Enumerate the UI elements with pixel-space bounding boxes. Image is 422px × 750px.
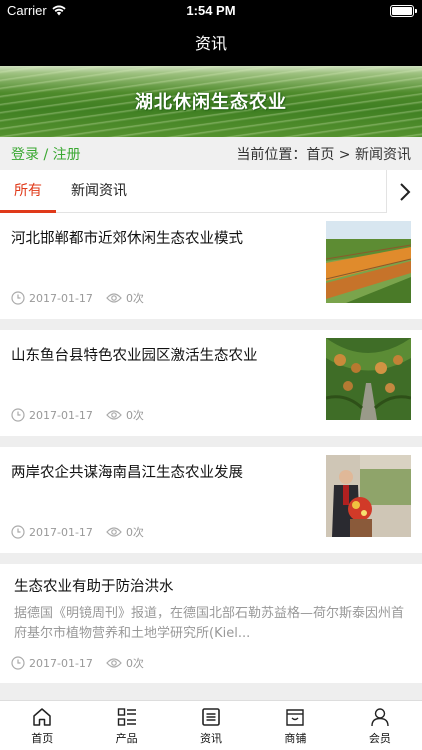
user-icon <box>371 708 389 727</box>
tabbar-item-products[interactable]: 产品 <box>84 701 168 750</box>
auth-links: 登录 / 注册 <box>11 144 81 164</box>
tabbar-item-home[interactable]: 首页 <box>0 701 84 750</box>
tabbar-item-member[interactable]: 会员 <box>338 701 422 750</box>
tabbar-label: 资讯 <box>200 732 223 745</box>
chevron-right-icon <box>399 182 410 201</box>
article-card[interactable]: 河北邯郸都市近郊休闲生态农业模式 2017-01-17 0次 <box>0 213 422 319</box>
eye-icon <box>106 526 122 538</box>
auth-separator: / <box>39 147 53 163</box>
bottom-tab-bar: 首页 产品 资讯 商铺 会员 <box>0 700 422 750</box>
article-views: 0次 <box>125 409 144 422</box>
breadcrumb: 当前位置：首页 > 新闻资讯 <box>236 147 411 163</box>
tabbar-label: 产品 <box>115 732 138 745</box>
eye-icon <box>106 657 122 669</box>
banner-title: 湖北休闲生态农业 <box>135 92 287 113</box>
battery-icon <box>390 5 417 17</box>
article-title: 生态农业有助于防治洪水 <box>14 579 174 595</box>
tab-news[interactable]: 新闻资讯 <box>56 170 142 213</box>
banner[interactable]: 湖北休闲生态农业 <box>0 66 422 137</box>
article-date: 2017-01-17 <box>29 656 93 670</box>
article-meta: 2017-01-17 0次 <box>11 407 144 423</box>
article-meta: 2017-01-17 0次 <box>11 655 144 671</box>
tabbar-item-news[interactable]: 资讯 <box>169 701 253 750</box>
article-meta: 2017-01-17 0次 <box>11 290 144 306</box>
article-meta: 2017-01-17 0次 <box>11 524 144 540</box>
page-title: 资讯 <box>194 34 227 53</box>
tab-all[interactable]: 所有 <box>0 170 56 213</box>
nav-bar: 资讯 <box>0 22 422 66</box>
breadcrumb-bar: 登录 / 注册 当前位置：首页 > 新闻资讯 <box>0 137 422 170</box>
article-card[interactable]: 生态农业有助于防治洪水 据德国《明镜周刊》报道，在德国北部石勒苏益格—荷尔斯泰因… <box>0 564 422 683</box>
article-title: 两岸农企共谋海南昌江生态农业发展 <box>11 465 243 481</box>
login-link[interactable]: 登录 <box>11 147 39 163</box>
article-excerpt: 据德国《明镜周刊》报道，在德国北部石勒苏益格—荷尔斯泰因州首府基尔市植物营养和土… <box>14 606 405 641</box>
eye-icon <box>106 292 122 304</box>
grid-list-icon <box>117 708 136 726</box>
article-thumbnail <box>326 221 411 303</box>
register-link[interactable]: 注册 <box>53 147 81 163</box>
article-thumbnail <box>326 455 411 537</box>
article-title: 河北邯郸都市近郊休闲生态农业模式 <box>11 231 243 247</box>
article-views: 0次 <box>125 657 144 670</box>
article-date: 2017-01-17 <box>29 291 93 305</box>
tabbar-label: 会员 <box>368 732 391 745</box>
article-date: 2017-01-17 <box>29 525 93 539</box>
clock-icon <box>11 656 25 670</box>
tabs-more-button[interactable] <box>386 170 422 213</box>
article-title: 山东鱼台县特色农业园区激活生态农业 <box>11 348 258 364</box>
shop-icon <box>286 709 305 726</box>
category-tabs: 所有 新闻资讯 <box>0 170 422 213</box>
status-bar: Carrier 1:54 PM <box>0 0 422 22</box>
clock-icon <box>11 408 25 422</box>
article-views: 0次 <box>125 292 144 305</box>
article-card[interactable]: 两岸农企共谋海南昌江生态农业发展 2017-01-17 0次 <box>0 447 422 553</box>
article-thumbnail <box>326 338 411 420</box>
clock-icon <box>11 525 25 539</box>
clock: 1:54 PM <box>186 3 236 18</box>
eye-icon <box>106 409 122 421</box>
tabbar-label: 首页 <box>31 732 54 745</box>
tabbar-label: 商铺 <box>284 732 307 745</box>
news-icon <box>202 708 220 726</box>
article-card[interactable]: 山东鱼台县特色农业园区激活生态农业 2017-01-17 0次 <box>0 330 422 436</box>
clock-icon <box>11 291 25 305</box>
tabbar-item-shop[interactable]: 商铺 <box>253 701 337 750</box>
home-icon <box>33 708 51 726</box>
article-date: 2017-01-17 <box>29 408 93 422</box>
article-views: 0次 <box>125 526 144 539</box>
